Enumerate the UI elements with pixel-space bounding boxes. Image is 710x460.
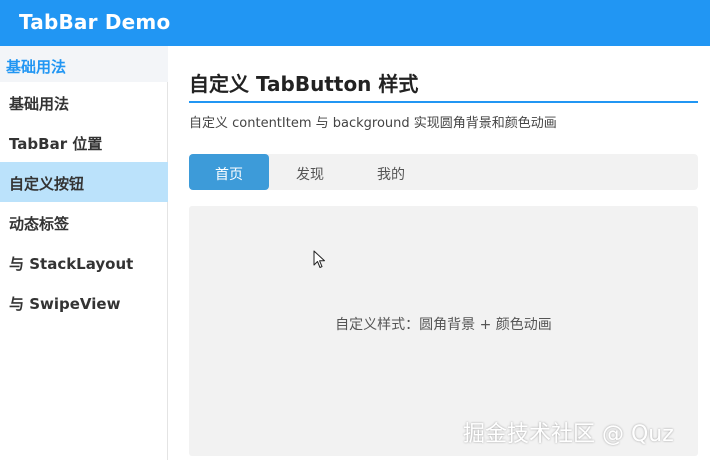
app-title: TabBar Demo [19, 10, 171, 34]
sidebar-item-swipeview[interactable]: 与 SwipeView [0, 282, 168, 322]
tab-discover[interactable]: 发现 [270, 154, 350, 190]
sidebar-item-label: 与 StackLayout [9, 255, 134, 273]
sidebar-section-title: 基础用法 [6, 58, 67, 76]
sidebar-item-label: 基础用法 [9, 95, 70, 113]
panel-text: 自定义样式：圆角背景 + 颜色动画 [335, 317, 552, 333]
sidebar-section-header: 基础用法 [0, 46, 168, 82]
title-divider [189, 101, 698, 103]
sidebar-item-label: 自定义按钮 [9, 175, 85, 193]
page-title: 自定义 TabButton 样式 [189, 72, 419, 96]
tab-label: 发现 [296, 167, 324, 183]
sidebar-item-label: 与 SwipeView [9, 295, 121, 313]
sidebar-item-tabbar-position[interactable]: TabBar 位置 [0, 122, 168, 162]
mouse-pointer-icon [313, 250, 325, 268]
tab-label: 我的 [377, 167, 405, 183]
app-title-bar: TabBar Demo [0, 0, 710, 46]
main-content: 自定义 TabButton 样式 自定义 contentItem 与 backg… [189, 46, 699, 460]
sidebar-item-custom-button[interactable]: 自定义按钮 [0, 162, 168, 202]
page-description: 自定义 contentItem 与 background 实现圆角背景和颜色动画 [189, 116, 557, 131]
sidebar-item-dynamic-tabs[interactable]: 动态标签 [0, 202, 168, 242]
sidebar-item-basic-usage[interactable]: 基础用法 [0, 82, 168, 122]
tab-me[interactable]: 我的 [351, 154, 431, 190]
sidebar-item-label: TabBar 位置 [9, 135, 103, 153]
tab-home[interactable]: 首页 [189, 154, 269, 190]
sidebar: 基础用法 基础用法 TabBar 位置 自定义按钮 动态标签 与 StackLa… [0, 46, 168, 460]
tab-label: 首页 [215, 167, 243, 183]
sidebar-item-label: 动态标签 [9, 215, 70, 233]
tab-bar: 首页 发现 我的 [189, 154, 698, 190]
watermark: 掘金技术社区 @ Quz [463, 422, 674, 447]
sidebar-item-stacklayout[interactable]: 与 StackLayout [0, 242, 168, 282]
